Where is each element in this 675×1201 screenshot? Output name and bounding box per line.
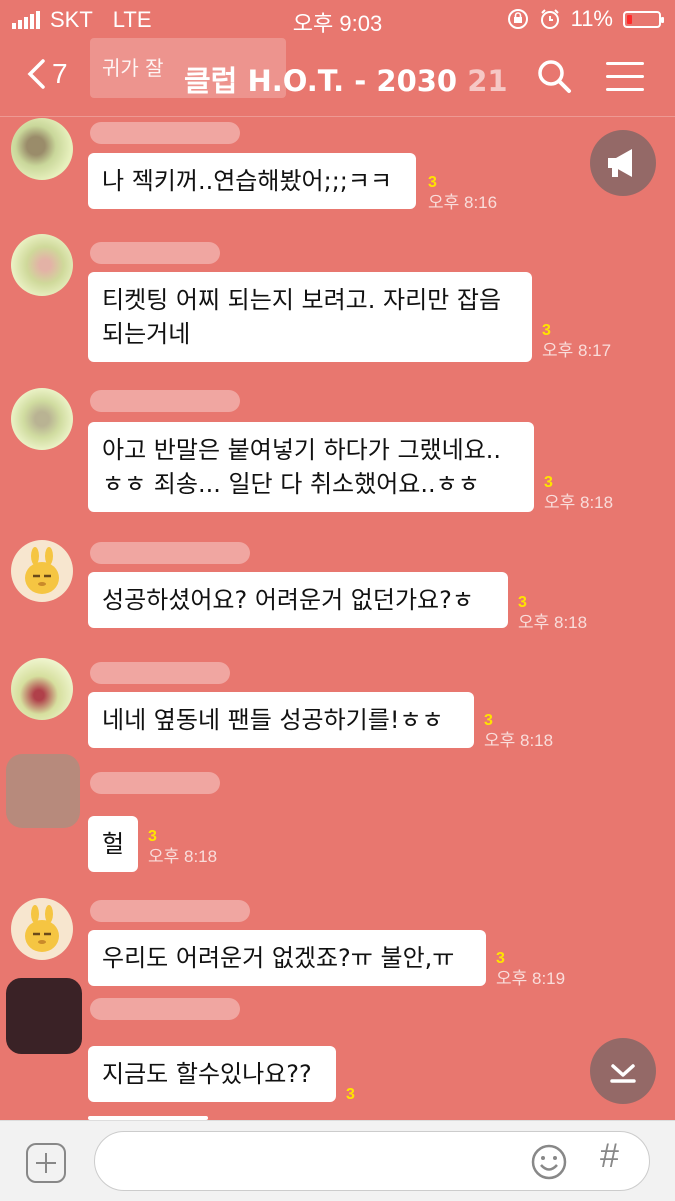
message-bubble[interactable]: 헐 xyxy=(88,816,138,872)
menu-button[interactable] xyxy=(606,62,644,92)
search-button[interactable] xyxy=(534,56,574,96)
message-time: 오후 8:18 xyxy=(484,731,554,750)
message-time: 오후 8:18 xyxy=(148,847,218,866)
avatar[interactable] xyxy=(6,754,80,828)
sender-name xyxy=(90,390,240,412)
chat-list[interactable]: 나 젝키꺼..연습해봤어;;;ㅋㅋ 3 오후 8:16 티켓팅 어찌 되는지 보… xyxy=(0,116,675,1120)
unread-count: 3 xyxy=(496,950,505,967)
message-bubble[interactable]: 나 젝키꺼..연습해봤어;;;ㅋㅋ xyxy=(88,153,416,209)
chevron-left-icon xyxy=(27,59,45,89)
message-bubble[interactable]: 네네 옆동네 팬들 성공하기를!ㅎㅎ xyxy=(88,692,474,748)
avatar[interactable] xyxy=(11,540,73,602)
message-meta: 3 오후 8:18 xyxy=(544,474,613,514)
message-time: 오후 8:18 xyxy=(518,613,588,632)
message-bubble[interactable]: 성공하셨어요? 어려운거 없던가요?ㅎ xyxy=(88,572,508,628)
message-meta: 3 오후 8:16 xyxy=(428,174,497,214)
message-text: 나 젝키꺼..연습해봤어;;;ㅋㅋ xyxy=(102,167,393,195)
sender-name xyxy=(90,772,220,794)
input-bar: # xyxy=(0,1120,675,1201)
avatar[interactable] xyxy=(11,118,73,180)
notice-button[interactable] xyxy=(590,130,656,196)
message-text: 네네 옆동네 팬들 성공하기를!ㅎㅎ xyxy=(102,706,444,734)
message-text: 지금도 할수있나요?? xyxy=(102,1060,312,1088)
unread-count: 3 xyxy=(518,594,527,611)
megaphone-icon xyxy=(608,149,632,177)
message-text-line: 되는거네 xyxy=(102,320,191,348)
arrow-down-icon xyxy=(610,1064,636,1083)
avatar[interactable] xyxy=(6,978,82,1054)
message-time: 오후 8:17 xyxy=(542,341,612,360)
avatar[interactable] xyxy=(11,898,73,960)
sender-name xyxy=(90,900,250,922)
avatar[interactable] xyxy=(11,388,73,450)
sender-name xyxy=(90,122,240,144)
emoji-button[interactable] xyxy=(530,1143,568,1181)
search-icon xyxy=(538,60,571,93)
unread-count: 3 xyxy=(428,174,437,191)
avatar[interactable] xyxy=(11,658,73,720)
unread-count: 3 xyxy=(544,474,553,491)
battery-percent: 11% xyxy=(570,6,613,31)
back-count: 7 xyxy=(52,58,68,89)
message-text: 성공하셨어요? 어려운거 없던가요?ㅎ xyxy=(102,586,474,614)
sender-name xyxy=(90,998,240,1020)
message-meta: 3 오후 8:18 xyxy=(148,828,217,868)
smiley-icon xyxy=(531,1144,567,1180)
message-bubble[interactable]: 지금도 할수있나요?? xyxy=(88,1046,336,1102)
message-text-line: ㅎㅎ 죄송... 일단 다 취소했어요..ㅎㅎ xyxy=(102,470,480,498)
room-name: 클럽 H.O.T. - 2030 xyxy=(184,64,458,98)
unread-count: 3 xyxy=(484,712,493,729)
alarm-icon xyxy=(540,9,559,29)
hashtag-icon: # xyxy=(600,1137,619,1175)
status-right: 11% xyxy=(507,6,664,32)
message-meta: 3 오후 8:19 xyxy=(496,950,565,990)
character-avatar-icon xyxy=(25,547,59,594)
back-button[interactable]: 7 xyxy=(26,58,68,90)
chat-header: 귀가 잘 7 클럽 H.O.T. - 2030 21 xyxy=(0,38,675,117)
member-count: 21 xyxy=(467,64,508,98)
message-bubble[interactable]: 아고 반말은 붙여넣기 하다가 그랬네요.. ㅎㅎ 죄송... 일단 다 취소했… xyxy=(88,422,534,512)
message-text: 헐 xyxy=(102,830,125,858)
character-avatar-icon xyxy=(25,905,59,952)
hamburger-icon xyxy=(606,62,644,91)
message-text-line: 티켓팅 어찌 되는지 보려고. 자리만 잡음 xyxy=(102,286,502,314)
status-bar: SKT LTE 오후 9:03 11% xyxy=(0,0,675,38)
message-meta: 3 오후 8:18 xyxy=(484,712,553,752)
chat-title[interactable]: 클럽 H.O.T. - 2030 21 xyxy=(184,58,508,100)
message-time: 오후 8:16 xyxy=(428,193,498,212)
unread-count: 3 xyxy=(346,1086,355,1103)
avatar[interactable] xyxy=(11,234,73,296)
message-meta: 3 오후 8:18 xyxy=(518,594,587,634)
rotation-lock-icon xyxy=(507,9,528,29)
message-meta: 3 오후 8:17 xyxy=(542,322,611,362)
scroll-down-button[interactable] xyxy=(590,1038,656,1104)
message-time: 오후 8:18 xyxy=(544,493,614,512)
unread-count: 3 xyxy=(542,322,551,339)
unread-count: 3 xyxy=(148,828,157,845)
message-bubble[interactable]: 티켓팅 어찌 되는지 보려고. 자리만 잡음 되는거네 xyxy=(88,272,532,362)
battery-icon xyxy=(623,10,664,28)
message-meta: 3 xyxy=(346,1086,355,1104)
message-text: 우리도 어려운거 없겠죠?ㅠ 불안,ㅠ xyxy=(102,944,455,972)
message-time: 오후 8:19 xyxy=(496,969,566,988)
add-attachment-button[interactable] xyxy=(26,1143,66,1183)
message-text-line: 아고 반말은 붙여넣기 하다가 그랬네요.. xyxy=(102,436,502,464)
sender-name xyxy=(90,242,220,264)
sender-name xyxy=(90,662,230,684)
hashtag-button[interactable]: # xyxy=(600,1137,619,1176)
sender-name xyxy=(90,542,250,564)
message-bubble[interactable]: 우리도 어려운거 없겠죠?ㅠ 불안,ㅠ xyxy=(88,930,486,986)
